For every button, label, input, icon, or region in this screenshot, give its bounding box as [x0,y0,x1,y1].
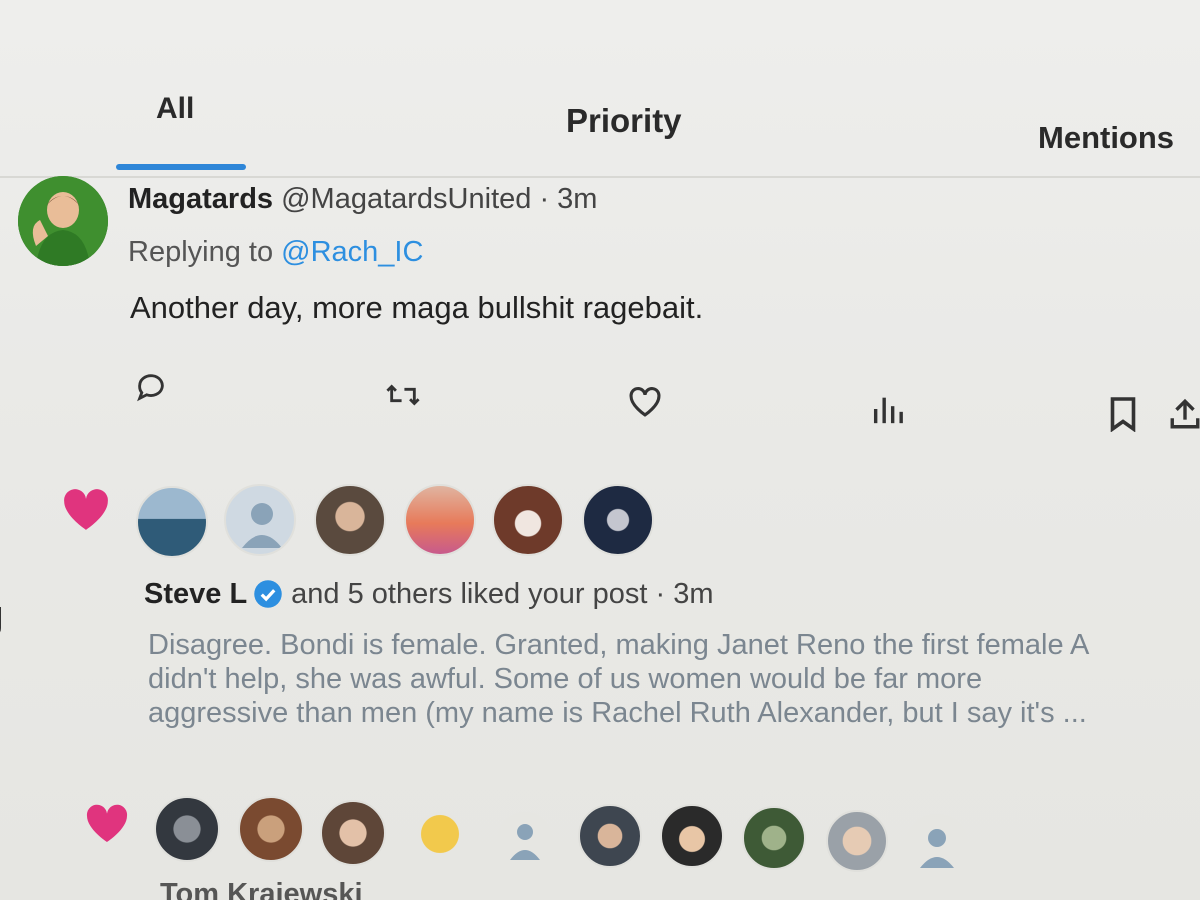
author-line: Magatards @MagatardsUnited · 3m [128,183,597,216]
author-handle-time: @MagatardsUnited · 3m [281,183,598,215]
avatar[interactable] [906,814,968,876]
avatar[interactable] [18,176,108,266]
avatar[interactable] [582,484,654,556]
avatar[interactable] [498,812,552,866]
avatar[interactable] [404,484,476,556]
avatar[interactable] [742,806,806,870]
like-summary-text: and 5 others liked your post · 3m [291,578,714,610]
quote-line: didn't help, she was awful. Some of us w… [148,663,983,695]
active-tab-indicator [116,164,246,170]
notification-tabs: All Priority Mentions [0,0,1200,180]
quoted-post-text: Disagree. Bondi is female. Granted, maki… [148,628,1200,730]
like-button[interactable] [626,384,664,418]
avatar[interactable] [578,804,642,868]
avatar[interactable] [224,484,296,556]
avatar[interactable] [154,796,220,862]
share-icon [1170,398,1200,429]
reply-icon [137,374,164,402]
bookmark-button[interactable] [1108,396,1138,432]
tab-all[interactable]: All [156,92,194,126]
avatar[interactable] [238,796,304,862]
liker-name[interactable]: Tom Krajewski [160,878,363,900]
post-text: Another day, more maga bullshit ragebait… [130,290,704,325]
tab-mentions[interactable]: Mentions [1038,120,1174,156]
verified-badge-icon [254,580,282,608]
avatar[interactable] [492,484,564,556]
tab-priority[interactable]: Priority [566,102,682,140]
repost-icon [386,384,420,406]
heart-icon [82,800,132,849]
replying-handle-link[interactable]: @Rach_IC [281,236,423,268]
bookmark-icon [1110,397,1136,432]
repost-button[interactable] [384,378,422,412]
liker-name[interactable]: Steve L [144,578,247,610]
notifications-screen: All Priority Mentions Magatards @Magatar… [0,0,1200,900]
avatar[interactable] [320,800,386,866]
quote-line: aggressive than men (my name is Rachel R… [148,697,1087,729]
views-button[interactable] [870,392,904,426]
like-icon [629,387,661,417]
avatar[interactable] [136,486,208,558]
share-button[interactable] [1168,396,1200,432]
avatar[interactable] [418,812,462,856]
views-icon [873,397,903,424]
replying-prefix: Replying to [128,236,282,268]
quote-line: Disagree. Bondi is female. Granted, maki… [148,629,1090,661]
author-name[interactable]: Magatards [128,183,273,215]
avatar[interactable] [314,484,386,556]
replying-to: Replying to @Rach_IC [128,236,423,269]
heart-icon [58,484,114,537]
avatar[interactable] [660,804,724,868]
hand-cursor-icon [0,602,16,643]
reply-button[interactable] [134,370,168,404]
avatar[interactable] [826,810,888,872]
like-summary: Steve L and 5 others liked your post · 3m [144,578,714,611]
tabs-divider [0,176,1200,178]
